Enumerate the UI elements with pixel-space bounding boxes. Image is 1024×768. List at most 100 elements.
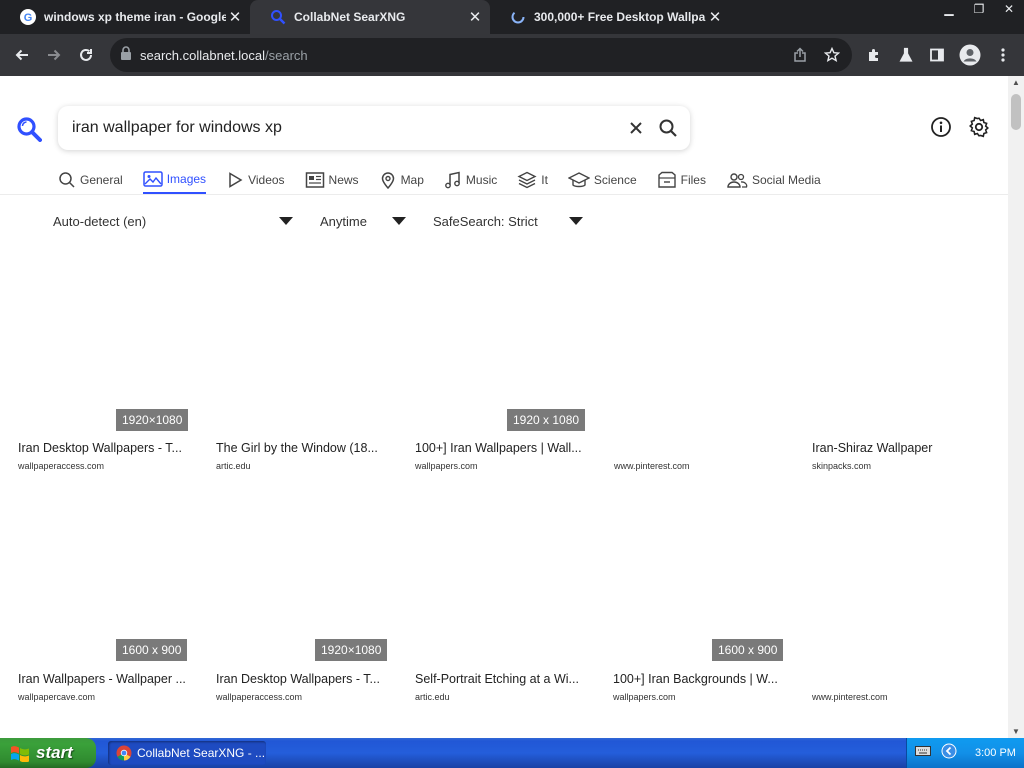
share-icon[interactable] bbox=[792, 47, 808, 68]
language-select-value: Auto-detect (en) bbox=[53, 213, 147, 229]
search-input[interactable] bbox=[72, 106, 592, 150]
safesearch-value: SafeSearch: Strict bbox=[433, 213, 538, 229]
time-range-select[interactable]: Anytime bbox=[320, 210, 408, 232]
start-button[interactable]: start bbox=[0, 738, 96, 768]
result-title[interactable]: The Girl by the Window (18... bbox=[216, 441, 396, 455]
language-select[interactable]: Auto-detect (en) bbox=[53, 210, 295, 232]
resolution-badge: 1920×1080 bbox=[116, 409, 189, 431]
tab-files[interactable]: Files bbox=[657, 166, 706, 194]
address-bar[interactable]: search.collabnet.local/search bbox=[110, 38, 852, 72]
result-title[interactable]: Iran Wallpapers - Wallpaper ... bbox=[18, 672, 198, 686]
tab-google[interactable]: G windows xp theme iran - Google ✕ bbox=[0, 0, 250, 34]
tab-wallpapers[interactable]: 300,000+ Free Desktop Wallpaper ✕ bbox=[490, 0, 730, 34]
layers-icon bbox=[517, 171, 537, 189]
result-url: wallpapercave.com bbox=[18, 692, 96, 702]
tab-it[interactable]: It bbox=[517, 166, 548, 194]
profile-avatar-icon[interactable] bbox=[955, 40, 985, 70]
loading-spinner-icon bbox=[510, 9, 526, 25]
keyboard-icon[interactable] bbox=[915, 744, 931, 762]
header-divider bbox=[0, 194, 1008, 195]
graduation-cap-icon bbox=[567, 172, 590, 188]
search-submit-icon[interactable] bbox=[656, 116, 680, 140]
forward-icon[interactable] bbox=[39, 40, 69, 70]
clear-search-icon[interactable] bbox=[624, 116, 648, 140]
close-window-icon[interactable]: ✕ bbox=[994, 0, 1024, 18]
side-panel-icon[interactable] bbox=[922, 40, 952, 70]
result-url: wallpapers.com bbox=[613, 692, 676, 702]
tab-label: Social Media bbox=[751, 173, 821, 187]
tab-label: Science bbox=[593, 173, 637, 187]
back-icon[interactable] bbox=[7, 40, 37, 70]
tab-general[interactable]: General bbox=[58, 166, 123, 194]
searxng-logo-icon[interactable] bbox=[16, 116, 42, 142]
tab-title: 300,000+ Free Desktop Wallpaper bbox=[534, 10, 706, 24]
settings-gear-icon[interactable] bbox=[966, 114, 992, 140]
tab-label: Videos bbox=[248, 173, 285, 187]
result-url: www.pinterest.com bbox=[812, 692, 888, 702]
searxng-icon bbox=[270, 9, 286, 25]
result-url: wallpapers.com bbox=[415, 461, 478, 471]
scroll-down-arrow-icon[interactable]: ▼ bbox=[1008, 727, 1024, 736]
result-url: www.pinterest.com bbox=[614, 461, 690, 471]
result-url: artic.edu bbox=[415, 692, 450, 702]
menu-kebab-icon[interactable] bbox=[988, 40, 1018, 70]
tab-news[interactable]: News bbox=[305, 166, 359, 194]
windows-logo-icon bbox=[11, 746, 29, 762]
extensions-icon[interactable] bbox=[859, 40, 889, 70]
tab-images[interactable]: Images bbox=[142, 166, 207, 194]
resolution-badge: 1600 x 900 bbox=[712, 639, 784, 661]
show-hidden-icons-chevron-icon[interactable] bbox=[941, 743, 957, 764]
tab-videos[interactable]: Videos bbox=[226, 166, 285, 194]
tab-label: It bbox=[541, 173, 548, 187]
browser-toolbar: search.collabnet.local/search bbox=[0, 34, 1024, 76]
scroll-up-arrow-icon[interactable]: ▲ bbox=[1008, 78, 1024, 87]
people-icon bbox=[727, 173, 748, 188]
tab-science[interactable]: Science bbox=[567, 166, 637, 194]
image-icon bbox=[142, 171, 163, 187]
tab-map[interactable]: Map bbox=[379, 166, 424, 194]
tab-title: windows xp theme iran - Google bbox=[44, 10, 226, 24]
reload-icon[interactable] bbox=[71, 40, 101, 70]
result-title[interactable]: 100+] Iran Wallpapers | Wall... bbox=[415, 441, 595, 455]
tab-social-media[interactable]: Social Media bbox=[726, 166, 821, 194]
info-icon[interactable] bbox=[928, 114, 954, 140]
tab-title: CollabNet SearXNG bbox=[294, 10, 406, 24]
close-icon[interactable]: ✕ bbox=[226, 8, 244, 26]
result-title[interactable]: 100+] Iran Backgrounds | W... bbox=[613, 672, 793, 686]
tab-label: Files bbox=[680, 173, 706, 187]
scrollbar-thumb[interactable] bbox=[1011, 94, 1021, 130]
lock-icon[interactable] bbox=[120, 45, 132, 65]
svg-text:G: G bbox=[24, 12, 33, 24]
result-title[interactable]: Iran Desktop Wallpapers - T... bbox=[18, 441, 198, 455]
result-title[interactable]: Self-Portrait Etching at a Wi... bbox=[415, 672, 595, 686]
start-label: start bbox=[36, 743, 73, 762]
result-title[interactable]: Iran Desktop Wallpapers - T... bbox=[216, 672, 396, 686]
tab-label: Map bbox=[400, 173, 424, 187]
restore-icon[interactable]: ❐ bbox=[964, 0, 994, 18]
search-form bbox=[58, 106, 690, 150]
url-host: search.collabnet.local bbox=[140, 47, 266, 63]
result-url: wallpaperaccess.com bbox=[18, 461, 105, 471]
tab-label: News bbox=[328, 173, 359, 187]
searxng-page: General Images Videos News Map Music It bbox=[0, 76, 1008, 738]
close-icon[interactable]: ✕ bbox=[466, 8, 484, 26]
close-icon[interactable]: ✕ bbox=[706, 8, 724, 26]
time-range-value: Anytime bbox=[320, 213, 367, 229]
tab-collabnet-searxng[interactable]: CollabNet SearXNG ✕ bbox=[250, 0, 490, 34]
bookmark-star-icon[interactable] bbox=[823, 46, 841, 68]
clock: 3:00 PM bbox=[975, 747, 1016, 759]
safesearch-select[interactable]: SafeSearch: Strict bbox=[433, 210, 587, 232]
window-controls: ▁ ❐ ✕ bbox=[934, 0, 1024, 18]
taskbar-item-chrome[interactable]: CollabNet SearXNG - ... bbox=[108, 741, 266, 765]
music-note-icon bbox=[445, 171, 460, 189]
tab-label: Images bbox=[166, 172, 207, 186]
result-title[interactable]: Iran-Shiraz Wallpaper bbox=[812, 441, 992, 455]
minimize-icon[interactable]: ▁ bbox=[934, 0, 964, 18]
page-scrollbar[interactable]: ▲ ▼ bbox=[1008, 76, 1024, 738]
chevron-down-icon bbox=[392, 217, 406, 225]
tab-music[interactable]: Music bbox=[444, 166, 497, 194]
url-path: /search bbox=[265, 47, 308, 63]
labs-flask-icon[interactable] bbox=[891, 40, 921, 70]
resolution-badge: 1600 x 900 bbox=[116, 639, 188, 661]
system-tray: 3:00 PM bbox=[906, 738, 1024, 768]
